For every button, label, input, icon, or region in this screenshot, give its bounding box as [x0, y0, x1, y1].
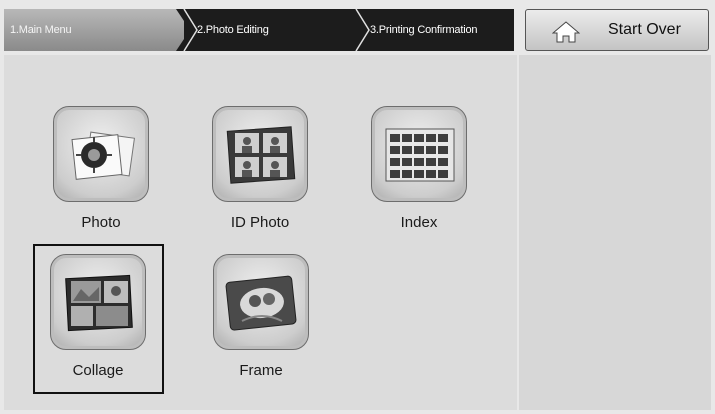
photo-button[interactable]: Photo: [36, 106, 166, 238]
collage-icon: [50, 254, 146, 350]
start-over-label: Start Over: [608, 21, 681, 38]
frame-label: Frame: [239, 362, 283, 379]
step-main-menu: 1.Main Menu: [4, 9, 184, 51]
breadcrumb: 1.Main Menu 2.Photo Editing 3.Printing C…: [4, 9, 514, 51]
start-over-button[interactable]: Start Over: [525, 9, 709, 51]
id-photo-button[interactable]: ID Photo: [195, 106, 325, 238]
step-printing-confirmation: 3.Printing Confirmation: [370, 24, 478, 36]
photo-icon: [53, 106, 149, 202]
home-icon: [551, 21, 581, 43]
frame-icon: [213, 254, 309, 350]
frame-button[interactable]: Frame: [196, 254, 326, 386]
screen: 1.Main Menu 2.Photo Editing 3.Printing C…: [0, 0, 715, 414]
index-label: Index: [400, 214, 438, 231]
collage-button[interactable]: Collage: [33, 254, 163, 386]
photo-label: Photo: [81, 214, 121, 231]
index-button[interactable]: Index: [354, 106, 484, 238]
index-icon: [371, 106, 467, 202]
id-photo-icon: [212, 106, 308, 202]
step-photo-editing: 2.Photo Editing: [197, 24, 269, 36]
side-panel: [519, 55, 711, 410]
id-photo-label: ID Photo: [230, 214, 290, 231]
collage-label: Collage: [72, 362, 124, 379]
